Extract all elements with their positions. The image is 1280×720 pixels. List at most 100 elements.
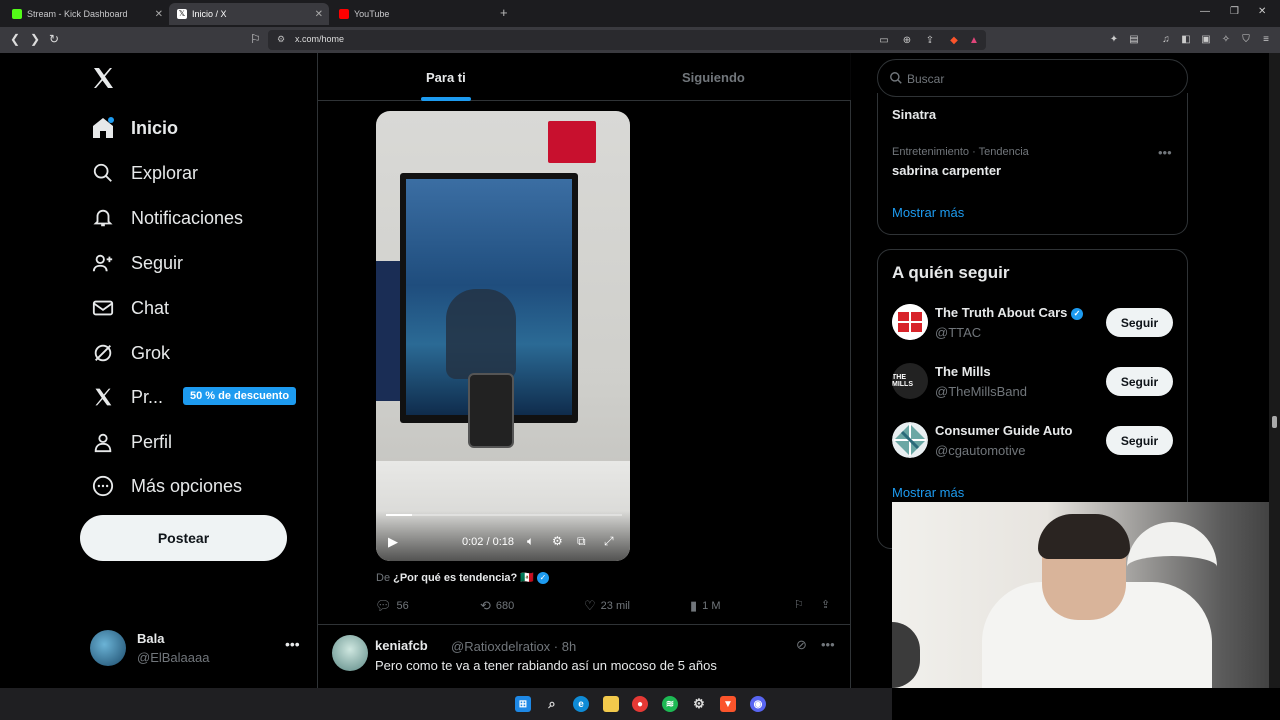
pip-icon[interactable]: ⧉ (577, 534, 586, 549)
avatar[interactable] (332, 635, 368, 671)
fullscreen-icon[interactable]: ⤢ (604, 534, 614, 549)
nav-label: Más opciones (131, 475, 243, 496)
site-info-icon[interactable]: ⚙ (277, 34, 285, 45)
close-window-icon[interactable]: ✕ (1258, 6, 1266, 17)
app-icon[interactable]: ⚙ (691, 696, 707, 712)
close-tab-icon[interactable]: ✕ (315, 9, 323, 20)
menu-icon[interactable]: ≡ (1260, 33, 1272, 45)
bookmark-icon[interactable]: ⚐ (250, 32, 261, 46)
extensions-icon[interactable]: ✦ (1108, 33, 1120, 45)
x-logo-icon[interactable] (91, 66, 115, 90)
tab-following[interactable]: Siguiendo (682, 70, 745, 85)
nav-notifications[interactable]: Notificaciones (90, 198, 243, 238)
tab-youtube[interactable]: YouTube (331, 3, 491, 25)
nav-premium[interactable]: Pr... (90, 377, 163, 417)
views-chart-icon: ▮ (690, 598, 698, 613)
more-dots-icon[interactable]: ••• (1158, 145, 1172, 160)
follow-button[interactable]: Seguir (1106, 426, 1173, 455)
repost-button[interactable]: ⟲ 680 (480, 598, 514, 614)
tab-kick[interactable]: Stream - Kick Dashboard ✕ (4, 3, 169, 25)
tab-title: Inicio / X (192, 9, 227, 19)
like-count: 23 mil (600, 600, 630, 612)
reply-button[interactable]: 💬︎ 56 (375, 598, 409, 614)
brave-shield-icon[interactable]: ◆ (948, 34, 960, 46)
source-name: ¿Por qué es tendencia? 🇲🇽 (393, 572, 534, 584)
wallet-icon[interactable]: ▣ (1200, 33, 1212, 45)
account-name[interactable]: The Mills (935, 364, 991, 379)
close-tab-icon[interactable]: ✕ (155, 9, 163, 20)
account-name[interactable]: The Truth About Cars ✓ (935, 305, 1084, 320)
main-feed: Para ti Siguiendo ▶ 0:02 / 0:18 🔈︎ ⚙ ⧉ ⤢ (317, 53, 851, 688)
post-button[interactable]: Postear (80, 515, 287, 561)
share-icon[interactable]: ⇪ (924, 34, 936, 46)
brave-icon[interactable]: ▼ (720, 696, 736, 712)
restore-icon[interactable]: ❐ (1230, 6, 1239, 17)
account-switcher[interactable]: Bala @ElBalaaaa ••• (90, 628, 305, 668)
video-player[interactable]: ▶ 0:02 / 0:18 🔈︎ ⚙ ⧉ ⤢ (376, 111, 630, 561)
zoom-icon[interactable]: ⊕ (901, 34, 913, 46)
video-progress-bar[interactable] (386, 514, 622, 516)
x-favicon-icon: 𝕏 (177, 9, 187, 19)
cast-icon[interactable]: ▭ (878, 34, 890, 46)
avatar[interactable] (892, 422, 928, 458)
active-tab-indicator (421, 97, 471, 101)
views-button[interactable]: ▮ 1 M (690, 598, 721, 614)
webcam-person-hair (1038, 514, 1130, 559)
trend-item[interactable]: Sinatra (892, 107, 936, 122)
follow-button[interactable]: Seguir (1106, 367, 1173, 396)
nav-follow[interactable]: Seguir (90, 243, 183, 283)
back-icon[interactable]: ❮ (10, 32, 20, 46)
show-more-link[interactable]: Mostrar más (892, 485, 964, 500)
sidebar-icon[interactable]: ◧ (1180, 33, 1192, 45)
forward-icon[interactable]: ❯ (30, 32, 40, 46)
new-tab-icon[interactable]: + (500, 5, 508, 20)
address-bar[interactable]: ⚙ x.com/home ▭ ⊕ ⇪ ◆ ▲ (268, 30, 986, 50)
file-explorer-icon[interactable] (603, 696, 619, 712)
bookmark-icon[interactable]: ⚐ (794, 598, 804, 611)
play-icon[interactable]: ▶ (388, 534, 398, 550)
grok-icon[interactable]: ⊘ (796, 637, 807, 653)
spotify-icon[interactable]: ≋ (662, 696, 678, 712)
x-home-page: Inicio Explorar Notificaciones Seguir Ch… (0, 53, 1280, 688)
like-button[interactable]: ♡ 23 mil (584, 598, 630, 614)
edge-icon[interactable]: e (573, 696, 589, 712)
tab-for-you[interactable]: Para ti (426, 70, 466, 85)
more-dots-icon[interactable]: ••• (285, 636, 300, 652)
discount-badge[interactable]: 50 % de descuento (183, 387, 297, 405)
scrollbar-thumb[interactable] (1272, 416, 1277, 428)
show-more-link[interactable]: Mostrar más (892, 205, 964, 220)
tweet-text: Pero como te va a tener rabiando así un … (375, 658, 717, 673)
windows-start-icon[interactable]: ⊞ (515, 696, 531, 712)
settings-icon[interactable]: ⚙ (552, 534, 563, 548)
tab-x[interactable]: 𝕏 Inicio / X ✕ (169, 3, 329, 25)
video-source[interactable]: De ¿Por qué es tendencia? 🇲🇽 ✓ (376, 571, 550, 585)
share-icon[interactable]: ⇪ (821, 598, 830, 611)
account-name[interactable]: Consumer Guide Auto (935, 423, 1072, 438)
nav-home[interactable]: Inicio (90, 108, 178, 148)
nav-grok[interactable]: Grok (90, 333, 170, 373)
minimize-icon[interactable]: — (1200, 6, 1210, 17)
tweet-author-name[interactable]: keniafcb (375, 638, 428, 653)
volume-icon[interactable]: 🔈︎ (527, 534, 534, 549)
leo-icon[interactable]: ✧ (1220, 33, 1232, 45)
search-icon[interactable]: ⌕ (544, 696, 560, 712)
media-icon[interactable]: ♫ (1160, 33, 1172, 45)
avatar[interactable]: THE MILLS (892, 363, 928, 399)
brave-rewards-icon[interactable]: ▲ (968, 34, 980, 46)
nav-more[interactable]: Más opciones (90, 466, 242, 506)
avatar[interactable] (892, 304, 928, 340)
vpn-icon[interactable]: ⛉ (1240, 33, 1252, 45)
divider (318, 624, 851, 625)
reload-icon[interactable]: ↻ (49, 32, 59, 46)
nav-profile[interactable]: Perfil (90, 422, 172, 462)
follow-button[interactable]: Seguir (1106, 308, 1173, 337)
chrome-icon[interactable]: ● (632, 696, 648, 712)
more-dots-icon[interactable]: ••• (821, 637, 835, 652)
search-input[interactable]: Buscar (877, 59, 1188, 97)
trend-item[interactable]: sabrina carpenter (892, 163, 1001, 178)
scrollbar[interactable] (1269, 53, 1280, 688)
discord-icon[interactable]: ◉ (750, 696, 766, 712)
nav-explore[interactable]: Explorar (90, 153, 198, 193)
nav-chat[interactable]: Chat (90, 288, 169, 328)
reader-icon[interactable]: ▤ (1128, 33, 1140, 45)
